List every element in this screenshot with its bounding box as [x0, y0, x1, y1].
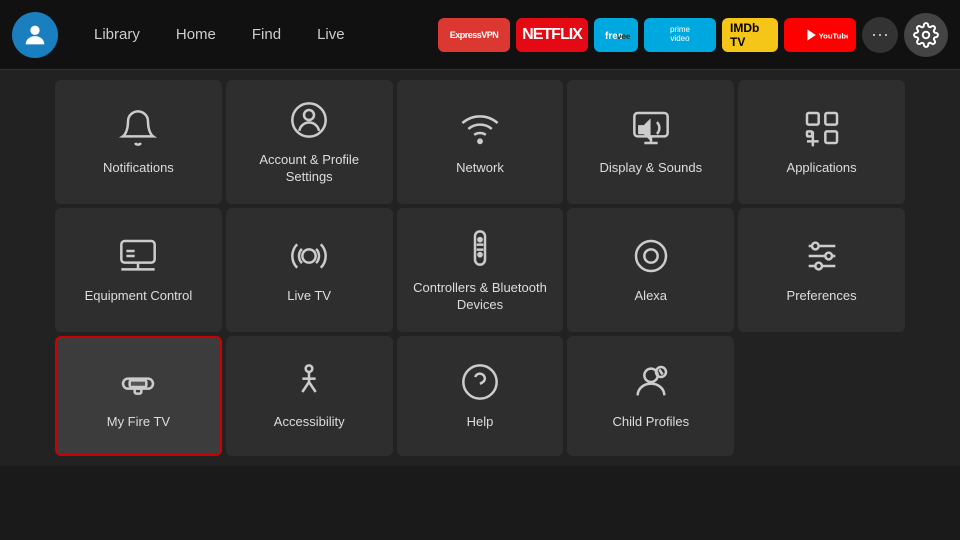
controllers-bluetooth-label: Controllers & Bluetooth Devices — [407, 280, 554, 314]
accessibility-icon — [287, 360, 331, 404]
netflix-button[interactable]: NETFLIX — [516, 18, 588, 52]
apps-grid-icon — [800, 106, 844, 150]
wifi-icon — [458, 106, 502, 150]
tile-account-profile[interactable]: Account & Profile Settings — [226, 80, 393, 204]
tile-applications[interactable]: Applications — [738, 80, 905, 204]
child-profiles-label: Child Profiles — [612, 414, 689, 431]
preferences-label: Preferences — [787, 288, 857, 305]
bell-icon — [116, 106, 160, 150]
primevideo-button[interactable]: primevideo — [644, 18, 716, 52]
nav-live[interactable]: Live — [299, 18, 363, 51]
tile-notifications[interactable]: Notifications — [55, 80, 222, 204]
alexa-ring-icon — [629, 234, 673, 278]
top-navigation: Library Home Find Live ExpressVPN NETFLI… — [0, 0, 960, 70]
settings-button[interactable] — [904, 13, 948, 57]
user-avatar[interactable] — [12, 12, 58, 58]
settings-grid: Notifications Account & Profile Settings… — [55, 80, 905, 456]
tile-network[interactable]: Network — [397, 80, 564, 204]
help-label: Help — [467, 414, 494, 431]
applications-label: Applications — [787, 160, 857, 177]
settings-content: Notifications Account & Profile Settings… — [0, 70, 960, 466]
fire-stick-icon — [116, 360, 160, 404]
notifications-label: Notifications — [103, 160, 174, 177]
antenna-icon — [287, 234, 331, 278]
nav-links: Library Home Find Live — [76, 18, 363, 51]
person-circle-icon — [287, 98, 331, 142]
more-apps-button[interactable]: ··· — [862, 17, 898, 53]
display-sounds-label: Display & Sounds — [599, 160, 702, 177]
alexa-label: Alexa — [635, 288, 668, 305]
tile-accessibility[interactable]: Accessibility — [226, 336, 393, 456]
tile-live-tv[interactable]: Live TV — [226, 208, 393, 332]
tile-display-sounds[interactable]: Display & Sounds — [567, 80, 734, 204]
tile-preferences[interactable]: Preferences — [738, 208, 905, 332]
tile-child-profiles[interactable]: Child Profiles — [567, 336, 734, 456]
my-fire-tv-label: My Fire TV — [107, 414, 170, 431]
equipment-control-label: Equipment Control — [85, 288, 193, 305]
svg-text:YouTube: YouTube — [819, 31, 848, 40]
svg-text:vee: vee — [617, 32, 631, 41]
network-label: Network — [456, 160, 504, 177]
app-shortcuts: ExpressVPN NETFLIX free vee primevideo I… — [438, 13, 948, 57]
child-profile-icon — [629, 360, 673, 404]
tile-my-fire-tv[interactable]: My Fire TV — [55, 336, 222, 456]
tile-equipment-control[interactable]: Equipment Control — [55, 208, 222, 332]
live-tv-label: Live TV — [287, 288, 331, 305]
freevee-button[interactable]: free vee — [594, 18, 638, 52]
nav-home[interactable]: Home — [158, 18, 234, 51]
monitor-icon — [116, 234, 160, 278]
youtube-button[interactable]: YouTube — [784, 18, 856, 52]
tile-help[interactable]: Help — [397, 336, 564, 456]
nav-find[interactable]: Find — [234, 18, 299, 51]
tile-alexa[interactable]: Alexa — [567, 208, 734, 332]
display-sound-icon — [629, 106, 673, 150]
tile-controllers-bluetooth[interactable]: Controllers & Bluetooth Devices — [397, 208, 564, 332]
expressvpn-button[interactable]: ExpressVPN — [438, 18, 510, 52]
imdb-button[interactable]: IMDb TV — [722, 18, 778, 52]
nav-library[interactable]: Library — [76, 18, 158, 51]
accessibility-label: Accessibility — [274, 414, 345, 431]
account-profile-label: Account & Profile Settings — [236, 152, 383, 186]
sliders-icon — [800, 234, 844, 278]
remote-icon — [458, 226, 502, 270]
help-circle-icon — [458, 360, 502, 404]
